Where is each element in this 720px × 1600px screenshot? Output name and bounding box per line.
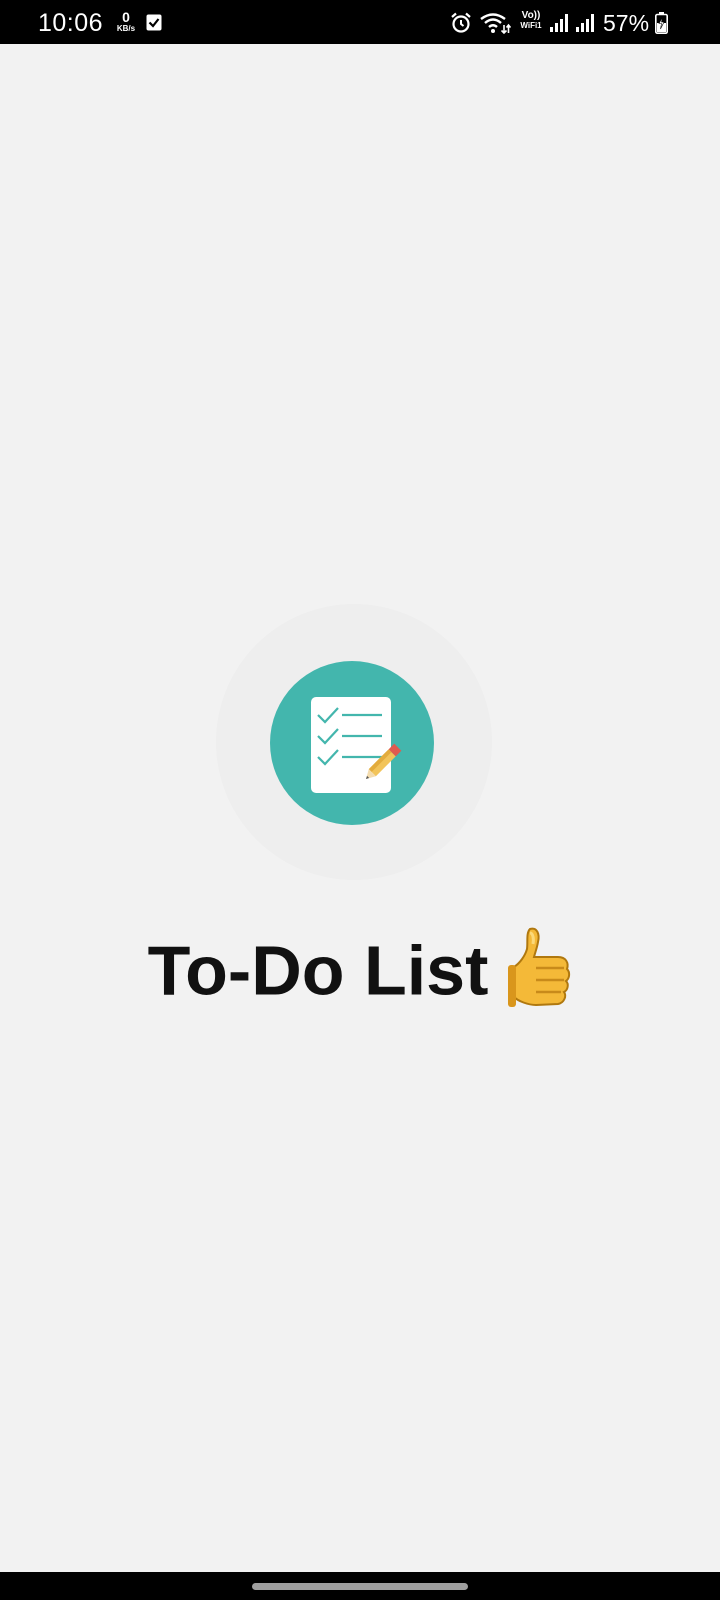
app-title-text: To-Do List bbox=[147, 931, 489, 1010]
app-title: To-Do List bbox=[0, 925, 720, 1027]
wifi-icon bbox=[479, 11, 512, 40]
status-time: 10:06 bbox=[38, 9, 104, 37]
network-speed-unit: KB/s bbox=[116, 24, 136, 33]
battery-charging-icon bbox=[655, 12, 668, 39]
checklist-pencil-icon bbox=[311, 697, 402, 793]
signal-icon bbox=[549, 13, 569, 38]
checkbox-notification-icon bbox=[146, 14, 162, 36]
network-speed: 0 KB/s bbox=[113, 10, 139, 33]
navigation-bar bbox=[0, 1572, 720, 1600]
thumbs-up-icon bbox=[506, 925, 572, 1027]
battery-percent: 57% bbox=[603, 10, 650, 36]
gesture-handle[interactable] bbox=[252, 1583, 468, 1590]
volte-label: Vo)) bbox=[521, 10, 541, 21]
app-logo bbox=[270, 661, 434, 825]
volte-wifi-indicator: Vo)) WiFi1 bbox=[517, 11, 545, 30]
network-speed-value: 0 bbox=[122, 9, 130, 25]
status-bar: 10:06 0 KB/s Vo)) WiFi1 57% bbox=[0, 0, 720, 44]
alarm-icon bbox=[450, 12, 472, 39]
wifi-calling-label: WiFi1 bbox=[520, 21, 542, 30]
signal-icon bbox=[575, 13, 595, 38]
